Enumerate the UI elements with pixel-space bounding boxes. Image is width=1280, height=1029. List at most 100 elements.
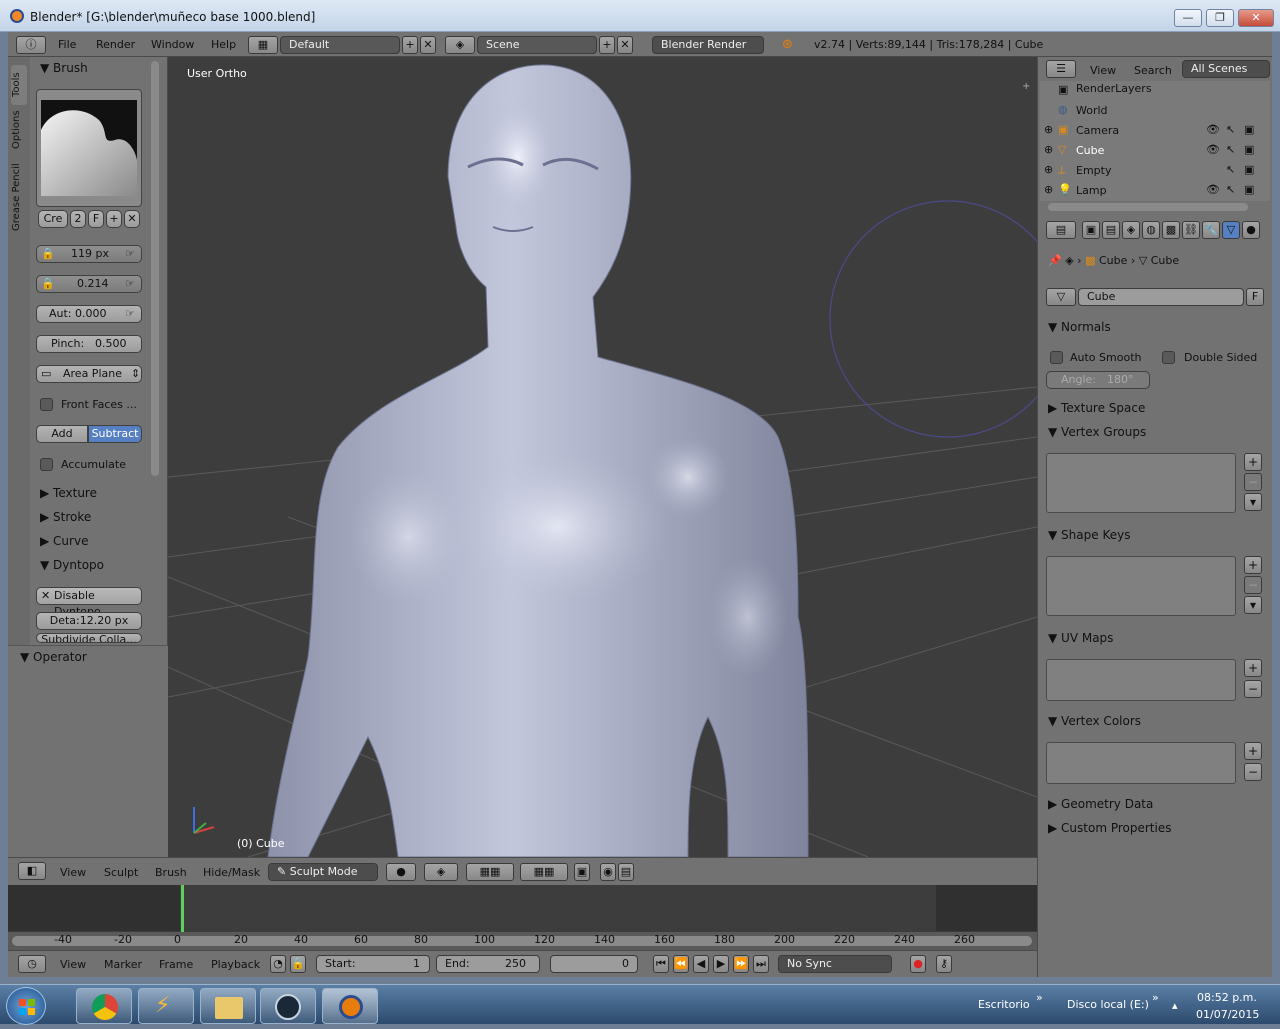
viewport-shading-select[interactable]: ● <box>386 863 416 881</box>
double-sided-checkbox[interactable] <box>1162 351 1175 364</box>
render-engine-select[interactable]: Blender Render <box>652 36 764 54</box>
outliner-item-cube[interactable]: ⊕ ▽ Cube 👁 ↖ ▣ <box>1044 141 1269 161</box>
pinch-slider[interactable]: Pinch: 0.500 <box>36 335 142 353</box>
scene-tab-icon[interactable]: ◈ <box>1122 221 1140 239</box>
menu-help[interactable]: Help <box>211 38 236 51</box>
menu-render[interactable]: Render <box>96 38 135 51</box>
mode-select[interactable]: ✎ Sculpt Mode <box>268 863 378 881</box>
expand-icon[interactable]: ⊕ <box>1044 143 1053 156</box>
brush-users-count[interactable]: 2 <box>70 210 86 228</box>
timeline[interactable]: -40 -20 0 20 40 60 80 100 120 140 160 180 200 220 240 2… <box>8 885 1037 950</box>
vertex-groups-panel-header[interactable]: ▼ Vertex Groups <box>1048 425 1146 439</box>
sculpt-mesh[interactable] <box>267 64 809 857</box>
scene-field[interactable]: Scene <box>477 36 597 54</box>
menu-brush[interactable]: Brush <box>155 866 187 879</box>
close-button[interactable]: ✕ <box>1238 9 1274 27</box>
remove-uv-map-button[interactable]: − <box>1244 680 1262 698</box>
render-toggle-icon[interactable]: ▣ <box>1244 143 1254 156</box>
radius-slider[interactable]: 🔒 119 px ☞ <box>36 245 142 263</box>
end-frame-field[interactable]: End: 250 <box>436 955 540 973</box>
geometry-data-panel-header[interactable]: ▶ Geometry Data <box>1048 797 1153 811</box>
accumulate-checkbox[interactable] <box>40 458 53 471</box>
play-reverse-icon[interactable]: ◀ <box>693 955 709 973</box>
brush-panel-header[interactable]: ▼ Brush <box>40 61 88 75</box>
add-scene-button[interactable]: + <box>599 36 615 54</box>
display-mode-select[interactable]: All Scenes <box>1182 60 1270 78</box>
add-brush-button[interactable]: + <box>106 210 122 228</box>
tray-drive-toolbar[interactable]: Disco local (E:) <box>1067 998 1149 1011</box>
scene-icon[interactable]: ◈ <box>445 36 475 54</box>
lock-icon[interactable]: 🔒 <box>41 276 55 292</box>
autosmooth-slider[interactable]: Aut: 0.000 ☞ <box>36 305 142 323</box>
mesh-browse-icon[interactable]: ▽ <box>1046 288 1076 306</box>
stroke-panel-header[interactable]: ▶ Stroke <box>40 510 91 524</box>
clock-time[interactable]: 08:52 p.m. <box>1197 991 1257 1004</box>
start-button[interactable] <box>6 987 46 1025</box>
render-anim-icon[interactable]: ▤ <box>618 863 634 881</box>
editor-type-icon[interactable]: ◧ <box>18 862 46 880</box>
subtract-direction-button[interactable]: Subtract <box>88 425 142 443</box>
brush-preview-frame[interactable] <box>36 89 142 207</box>
vertex-groups-list[interactable] <box>1046 453 1236 513</box>
select-cursor-icon[interactable]: ↖ <box>1226 143 1235 156</box>
shape-keys-panel-header[interactable]: ▼ Shape Keys <box>1048 528 1130 542</box>
start-frame-field[interactable]: Start: 1 <box>316 955 430 973</box>
editor-type-icon[interactable]: ▤ <box>1046 221 1076 239</box>
layers-grid-a[interactable]: ▦▦ <box>466 863 514 881</box>
auto-smooth-checkbox[interactable] <box>1050 351 1063 364</box>
shape-keys-list[interactable] <box>1046 556 1236 616</box>
vertex-colors-panel-header[interactable]: ▼ Vertex Colors <box>1048 714 1141 728</box>
menu-view[interactable]: View <box>60 866 86 879</box>
pin-icon[interactable]: 📌 <box>1048 254 1062 267</box>
unlink-brush-button[interactable]: ✕ <box>124 210 140 228</box>
add-vertex-color-button[interactable]: + <box>1244 742 1262 760</box>
menu-frame[interactable]: Frame <box>159 958 193 971</box>
outliner-hscrollbar[interactable] <box>1048 203 1248 211</box>
add-direction-button[interactable]: Add <box>36 425 88 443</box>
normals-panel-header[interactable]: ▼ Normals <box>1048 320 1111 334</box>
material-tab-icon[interactable]: ● <box>1242 221 1260 239</box>
pivot-select[interactable]: ◈ <box>424 863 458 881</box>
prev-keyframe-icon[interactable]: ⏪ <box>673 955 689 973</box>
pressure-icon[interactable]: ☞ <box>125 276 135 292</box>
sculpt-plane-select[interactable]: ▭ Area Plane ⇕ <box>36 365 142 383</box>
explorer-taskbar-button[interactable] <box>200 988 256 1024</box>
brush-fake-user-button[interactable]: F <box>88 210 104 228</box>
texture-panel-header[interactable]: ▶ Texture <box>40 486 97 500</box>
winamp-taskbar-button[interactable]: ⚡ <box>138 988 194 1024</box>
screen-layout-field[interactable]: Default <box>280 36 400 54</box>
layers-grid-b[interactable]: ▦▦ <box>520 863 568 881</box>
select-cursor-icon[interactable]: ↖ <box>1226 163 1235 176</box>
jump-start-icon[interactable]: ⏮ <box>653 955 669 973</box>
strength-slider[interactable]: 🔒 0.214 ☞ <box>36 275 142 293</box>
tab-options[interactable]: Options <box>11 107 27 152</box>
chrome-taskbar-button[interactable] <box>76 988 132 1024</box>
subdivide-collapse-select[interactable]: Subdivide Colla... <box>36 633 142 643</box>
remove-shape-key-button[interactable]: − <box>1244 576 1262 594</box>
mesh-data-tab-icon[interactable]: ▽ <box>1222 221 1240 239</box>
blender-taskbar-button[interactable] <box>322 988 378 1024</box>
remove-layout-button[interactable]: ✕ <box>420 36 436 54</box>
record-icon[interactable]: ● <box>910 955 926 973</box>
maximize-button[interactable]: ❐ <box>1206 9 1234 27</box>
expand-icon[interactable]: ⊕ <box>1044 123 1053 136</box>
3d-viewport[interactable]: User Ortho (0) Cube + <box>168 57 1037 857</box>
detail-size-field[interactable]: Deta:12.20 px <box>36 612 142 630</box>
jump-end-icon[interactable]: ⏭ <box>753 955 769 973</box>
menu-playback[interactable]: Playback <box>211 958 260 971</box>
screen-layout-icon[interactable]: ▦ <box>248 36 278 54</box>
editor-type-icon[interactable]: ◷ <box>18 955 46 973</box>
remove-scene-button[interactable]: ✕ <box>617 36 633 54</box>
menu-view[interactable]: View <box>1090 64 1116 77</box>
local-view-icon[interactable]: ▣ <box>574 863 590 881</box>
mesh-fake-user-button[interactable]: F <box>1246 288 1264 306</box>
tray-show-hidden-icon[interactable]: ▴ <box>1172 999 1178 1012</box>
vertex-colors-list[interactable] <box>1046 742 1236 784</box>
tray-desktop-toolbar[interactable]: Escritorio <box>978 998 1030 1011</box>
current-frame-field[interactable]: 0 <box>550 955 638 973</box>
object-tab-icon[interactable]: ▩ <box>1162 221 1180 239</box>
select-cursor-icon[interactable]: ↖ <box>1226 123 1235 136</box>
vertex-group-specials-button[interactable]: ▾ <box>1244 493 1262 511</box>
pressure-icon[interactable]: ☞ <box>125 246 135 262</box>
pressure-icon[interactable]: ☞ <box>125 306 135 322</box>
